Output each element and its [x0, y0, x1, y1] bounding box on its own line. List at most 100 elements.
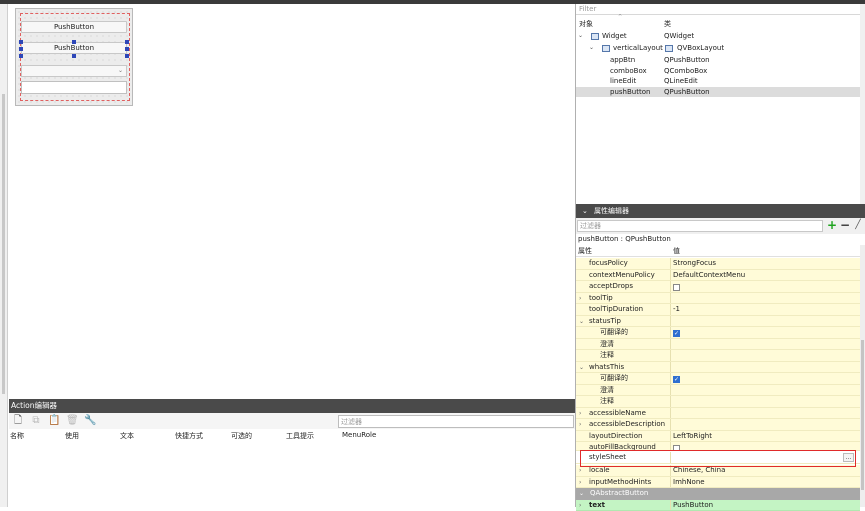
chevron-down-icon[interactable]: ⌄	[582, 204, 588, 218]
property-row[interactable]: 注释	[576, 396, 860, 408]
chevron-right-icon[interactable]: ›	[579, 408, 581, 420]
tree-row-lineedit[interactable]: lineEdit QLineEdit	[576, 76, 860, 87]
chevron-right-icon[interactable]: ›	[579, 419, 581, 431]
column-header-property[interactable]: 属性	[578, 245, 592, 257]
column-header[interactable]: 名称	[10, 431, 24, 441]
property-name: accessibleDescription	[589, 419, 665, 431]
property-row[interactable]: 注释	[576, 350, 860, 362]
property-name: 注释	[600, 396, 614, 408]
left-scrollbar[interactable]	[0, 4, 8, 507]
wrench-icon[interactable]: ╱	[852, 219, 864, 232]
chevron-down-icon[interactable]: ⌄	[579, 316, 584, 328]
action-table-body[interactable]	[9, 442, 575, 507]
translatable-checkbox[interactable]	[673, 376, 680, 383]
object-inspector-scrollbar[interactable]	[860, 4, 865, 204]
property-row[interactable]: 澄清	[576, 385, 860, 397]
chevron-down-icon: ⌄	[118, 67, 123, 74]
property-value[interactable]: -1	[673, 304, 680, 316]
chevron-down-icon[interactable]: ⌄	[589, 43, 594, 54]
property-name: whatsThis	[589, 362, 624, 374]
column-header[interactable]: 使用	[65, 431, 79, 441]
add-property-icon[interactable]: +	[826, 219, 838, 232]
property-scroll-thumb[interactable]	[861, 340, 864, 490]
property-row[interactable]: contextMenuPolicyDefaultContextMenu	[576, 270, 860, 282]
new-action-icon[interactable]: 🗋	[12, 415, 24, 427]
property-section-name: QAbstractButton	[590, 488, 648, 500]
selection-handle[interactable]	[125, 54, 129, 58]
selection-handle[interactable]	[19, 40, 23, 44]
column-header-class[interactable]: 类	[664, 19, 671, 29]
action-editor-title: Action编辑器	[9, 399, 575, 413]
paste-icon[interactable]: 📋	[48, 415, 60, 427]
chevron-right-icon[interactable]: ›	[579, 477, 581, 489]
tree-object-name: verticalLayout	[613, 43, 663, 54]
column-header[interactable]: MenuRole	[342, 431, 376, 439]
property-row[interactable]: ›accessibleName	[576, 408, 860, 420]
form-push-button-1[interactable]: PushButton	[21, 21, 127, 33]
tree-row-widget[interactable]: ⌄ Widget QWidget	[576, 31, 860, 42]
delete-icon[interactable]: 🗑	[66, 415, 78, 427]
property-row[interactable]: ⌄statusTip	[576, 316, 860, 328]
tree-row-combobox[interactable]: comboBox QComboBox	[576, 66, 860, 77]
remove-property-icon[interactable]: −	[839, 219, 851, 232]
sort-indicator-icon: ^	[618, 14, 622, 20]
selection-handle[interactable]	[125, 47, 129, 51]
property-row-text[interactable]: ›textPushButton	[576, 500, 860, 511]
tree-row-appbtn[interactable]: appBtn QPushButton	[576, 55, 860, 66]
property-value[interactable]: DefaultContextMenu	[673, 270, 745, 282]
property-section-header[interactable]: ⌄ QAbstractButton	[576, 488, 860, 500]
selection-handle[interactable]	[19, 47, 23, 51]
selection-handle[interactable]	[19, 54, 23, 58]
translatable-checkbox[interactable]	[673, 330, 680, 337]
property-editor-scrollbar[interactable]	[860, 245, 865, 507]
column-header[interactable]: 工具提示	[286, 431, 314, 441]
copy-icon[interactable]: ⧉	[30, 415, 42, 427]
column-header-value[interactable]: 值	[673, 245, 680, 257]
form-canvas[interactable]: PushButton PushButton ⌄	[9, 4, 575, 399]
column-header-object[interactable]: 对象	[579, 19, 593, 29]
column-header[interactable]: 文本	[120, 431, 134, 441]
chevron-right-icon[interactable]: ›	[579, 293, 581, 305]
property-row[interactable]: focusPolicyStrongFocus	[576, 258, 860, 270]
chevron-right-icon[interactable]: ›	[579, 500, 581, 511]
property-row[interactable]: 可翻译的	[576, 327, 860, 339]
stylesheet-highlight-box: ...	[580, 450, 856, 467]
form-widget[interactable]: PushButton PushButton ⌄	[15, 8, 133, 106]
property-value[interactable]: PushButton	[673, 500, 713, 511]
property-row[interactable]: 可翻译的	[576, 373, 860, 385]
tree-object-name: comboBox	[610, 66, 647, 77]
tree-row-pushbutton[interactable]: pushButton QPushButton	[576, 87, 860, 98]
property-name: 澄清	[600, 339, 614, 351]
property-filter-input[interactable]: 过滤器	[577, 220, 823, 232]
form-combo-box[interactable]: ⌄	[21, 65, 127, 77]
wrench-icon[interactable]: 🔧	[84, 415, 96, 427]
property-row[interactable]: 澄清	[576, 339, 860, 351]
action-filter-input[interactable]: 过滤器	[338, 415, 574, 428]
property-row[interactable]: ⌄ whatsThis	[576, 362, 860, 374]
chevron-down-icon[interactable]: ⌄	[578, 31, 583, 42]
property-row[interactable]: ›toolTip	[576, 293, 860, 305]
selection-handle[interactable]	[72, 54, 76, 58]
property-value[interactable]: LeftToRight	[673, 431, 712, 443]
property-row[interactable]: layoutDirectionLeftToRight	[576, 431, 860, 443]
column-header[interactable]: 可选的	[231, 431, 252, 441]
property-table-header: 属性 值	[576, 245, 860, 257]
property-row[interactable]: ›inputMethodHintsImhNone	[576, 477, 860, 489]
edit-stylesheet-button[interactable]: ...	[843, 453, 854, 462]
accept-drops-checkbox[interactable]	[673, 284, 680, 291]
chevron-down-icon[interactable]: ⌄	[579, 488, 584, 500]
property-value[interactable]: ImhNone	[673, 477, 705, 489]
tree-row-verticallayout[interactable]: ⌄ verticalLayout QVBoxLayout	[576, 43, 860, 54]
tree-object-class: QComboBox	[664, 66, 707, 77]
selection-handle[interactable]	[125, 40, 129, 44]
tree-object-class: QPushButton	[664, 55, 710, 66]
property-value[interactable]: StrongFocus	[673, 258, 716, 270]
left-scroll-thumb[interactable]	[2, 94, 5, 394]
column-header[interactable]: 快捷方式	[175, 431, 203, 441]
selection-handle[interactable]	[72, 40, 76, 44]
form-line-edit[interactable]	[21, 81, 127, 94]
property-row[interactable]: acceptDrops	[576, 281, 860, 293]
property-row[interactable]: toolTipDuration-1	[576, 304, 860, 316]
property-row[interactable]: › accessibleDescription	[576, 419, 860, 431]
chevron-down-icon[interactable]: ⌄	[579, 362, 584, 374]
